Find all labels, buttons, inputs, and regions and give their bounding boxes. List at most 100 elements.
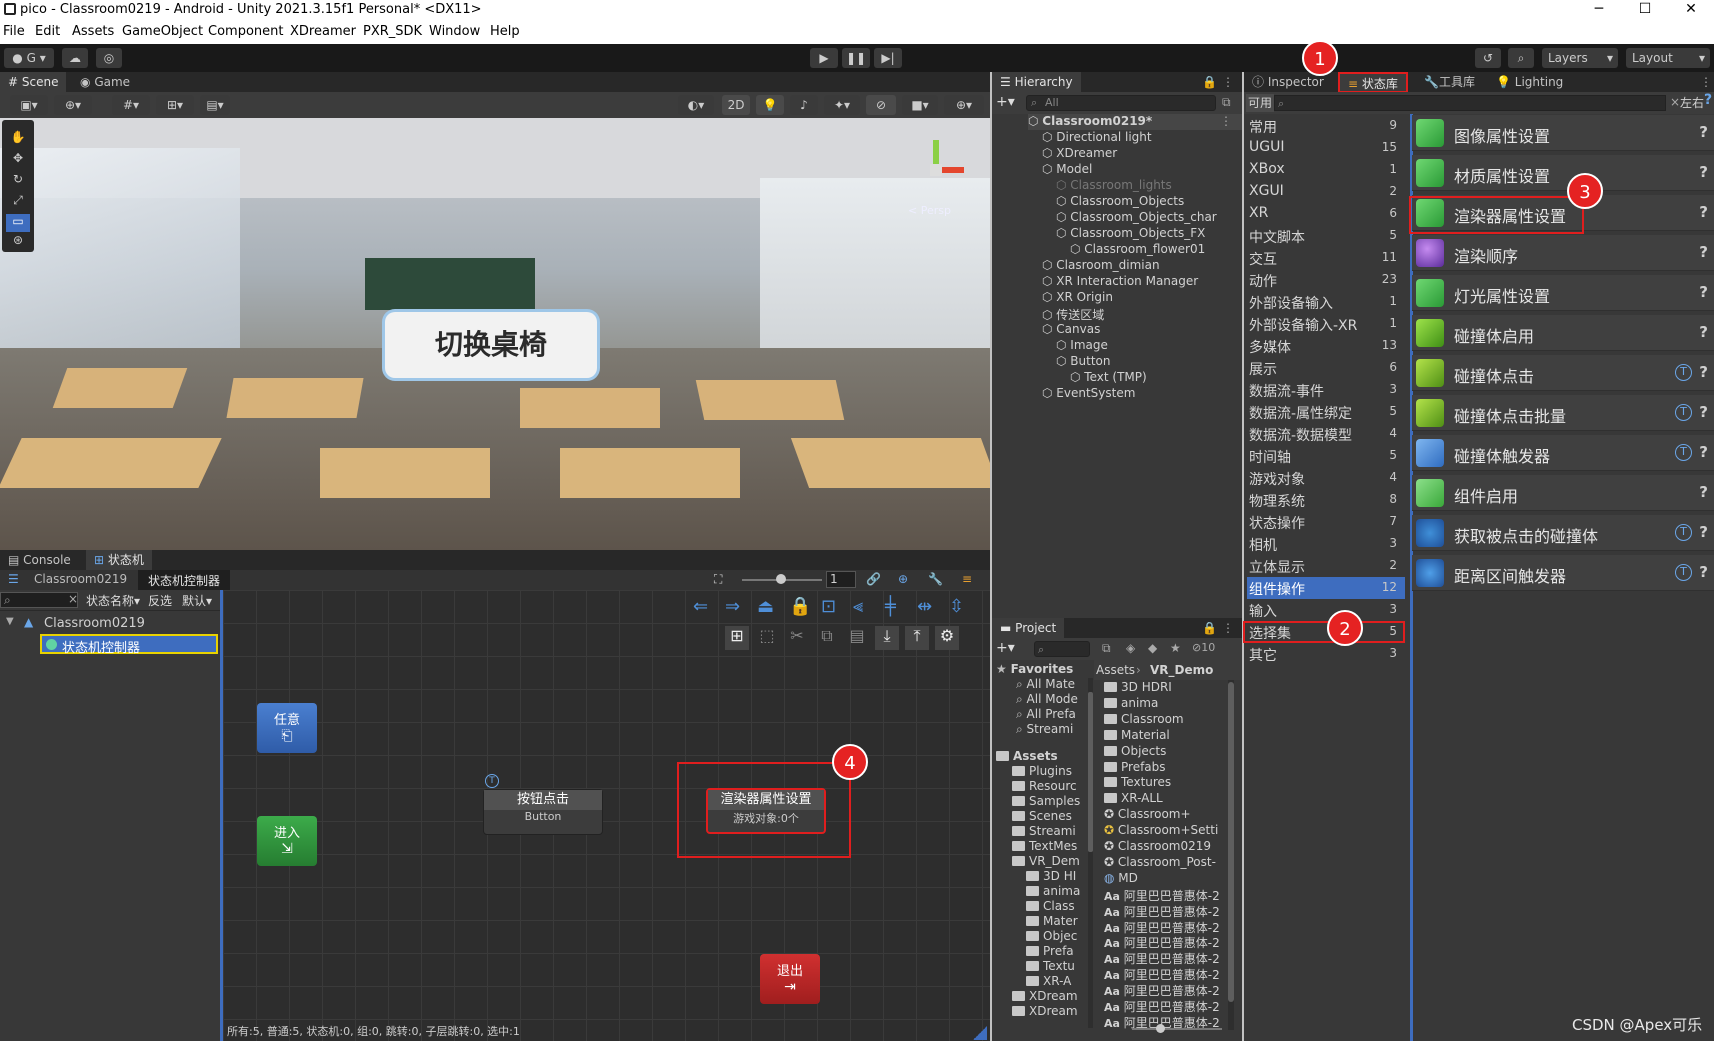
project-tree-item[interactable]: Mater [1026, 914, 1088, 930]
grid-snap-button[interactable]: #▾ [112, 95, 150, 115]
category-item[interactable]: 交互 11 [1247, 247, 1405, 269]
project-file-item[interactable]: Classroom [1104, 712, 1222, 728]
files-scrollbar-thumb[interactable] [1228, 682, 1234, 1002]
draw-mode-button[interactable]: ▣▾ [10, 95, 48, 115]
scene-viewport[interactable]: 切换桌椅 < Persp [0, 118, 990, 550]
lock-icon[interactable]: 🔒 [1202, 621, 1217, 635]
hierarchy-item[interactable]: ⬡ Classroom_lights [1056, 178, 1172, 194]
move-tool-icon[interactable]: ✥ [6, 151, 30, 169]
project-file-item[interactable]: Aa 阿里巴巴普惠体-2 [1104, 934, 1222, 950]
help-icon[interactable]: ? [1699, 203, 1708, 221]
project-tree-item[interactable]: ★ Favorites [996, 662, 1088, 678]
add-icon[interactable]: +▾ [996, 94, 1015, 110]
collab-icon[interactable]: ◎ [96, 48, 122, 68]
tab-statemachine[interactable]: ⊞ 状态机 [86, 550, 152, 570]
hierarchy-item[interactable]: ⬡ XR Origin [1042, 290, 1113, 306]
hierarchy-item[interactable]: ⬡ Clasroom_dimian [1042, 258, 1160, 274]
distribute-h-icon[interactable]: ⇹ [917, 596, 932, 617]
category-item[interactable]: 其它 3 [1247, 643, 1405, 665]
sm-tree-root[interactable]: Classroom0219 [44, 616, 145, 631]
hierarchy-item[interactable]: ⬡ EventSystem [1042, 386, 1135, 402]
gizmos-button[interactable]: ⊕▾ [944, 95, 984, 115]
align-top-icon[interactable]: ⏏ [757, 596, 774, 617]
transform-tool-icon[interactable]: ⊛ [6, 233, 30, 251]
increment-button[interactable]: ▤▾ [200, 95, 230, 115]
menu-gameobject[interactable]: GameObject [122, 24, 203, 39]
project-tree-item[interactable]: ⌕ All Prefa [1016, 707, 1088, 723]
tab-scene[interactable]: # Scene [0, 72, 67, 92]
component-item[interactable]: 碰撞体触发器? T [1412, 435, 1714, 471]
hierarchy-item[interactable]: ⬡ Classroom_Objects_FX [1056, 226, 1205, 242]
kebab-menu-icon[interactable]: ⋮ [1222, 75, 1234, 89]
component-item[interactable]: 灯光属性设置? [1412, 275, 1714, 311]
project-file-item[interactable]: Aa 阿里巴巴普惠体-2 [1104, 966, 1222, 982]
default-dropdown[interactable]: 默认▾ [182, 592, 212, 609]
fit-view-icon[interactable]: ⛶ [714, 572, 722, 587]
project-tree-item[interactable]: 3D HI [1026, 869, 1088, 885]
filter-type-icon[interactable]: ◈ [1126, 641, 1135, 655]
select-rect-icon[interactable]: ⬚ [755, 626, 779, 650]
category-item[interactable]: 时间轴 5 [1247, 445, 1405, 467]
category-item[interactable]: 中文脚本 5 [1247, 225, 1405, 247]
project-file-item[interactable]: 3D HDRI [1104, 680, 1222, 696]
clear-search-icon[interactable]: × [1670, 95, 1680, 109]
hierarchy-item[interactable]: ⬡ Classroom0219* [1028, 114, 1242, 130]
project-file-item[interactable]: ✪ Classroom_Post- [1104, 855, 1222, 871]
copy-icon[interactable]: ⧉ [815, 626, 839, 650]
mode-2d-button[interactable]: 2D [722, 95, 750, 115]
component-item[interactable]: 碰撞体点击批量? T [1412, 395, 1714, 431]
project-tree-item[interactable]: Streami [1012, 824, 1088, 840]
shading-button[interactable]: ◐▾ [678, 95, 714, 115]
project-file-item[interactable]: Aa 阿里巴巴普惠体-2 [1104, 887, 1222, 903]
clear-search-icon[interactable]: × [68, 592, 78, 606]
hierarchy-search-input[interactable]: ⌕ All [1026, 95, 1216, 111]
help-icon[interactable]: ? [1699, 403, 1708, 421]
project-search-input[interactable]: ⌕ [1034, 641, 1090, 657]
zoom-input[interactable]: 1 [826, 571, 856, 588]
help-icon[interactable]: ? [1699, 483, 1708, 501]
node-any[interactable]: 任意 ⎗ [257, 703, 317, 753]
hierarchy-item[interactable]: ⬡ Directional light [1042, 130, 1152, 146]
project-file-item[interactable]: ◍ MD [1104, 871, 1222, 887]
category-item[interactable]: 动作 23 [1247, 269, 1405, 291]
tree-scrollbar[interactable] [1088, 678, 1093, 1028]
category-item[interactable]: 游戏对象 4 [1247, 467, 1405, 489]
menu-window[interactable]: Window [429, 24, 480, 39]
component-item[interactable]: 获取被点击的碰撞体? T [1412, 515, 1714, 551]
menu-xdreamer[interactable]: XDreamer [290, 24, 356, 39]
category-item[interactable]: 外部设备输入-XR 1 [1247, 313, 1405, 335]
category-item[interactable]: 立体显示 2 [1247, 555, 1405, 577]
light-toggle-icon[interactable]: 💡 [756, 95, 784, 115]
project-file-item[interactable]: Aa 阿里巴巴普惠体-2 [1104, 903, 1222, 919]
help-icon[interactable]: ? [1704, 92, 1714, 114]
tab-tools[interactable]: 🔧工具库 [1416, 72, 1483, 92]
category-item[interactable]: 多媒体 13 [1247, 335, 1405, 357]
lock-icon[interactable]: 🔒 [789, 596, 811, 617]
hidden-count-badge[interactable]: ⊘10 [1192, 641, 1215, 654]
project-file-item[interactable]: anima [1104, 696, 1222, 712]
project-file-item[interactable]: Objects [1104, 744, 1222, 760]
project-file-item[interactable]: Textures [1104, 775, 1222, 791]
help-icon[interactable]: ? [1699, 563, 1708, 581]
tab-statelib[interactable]: ≡ 状态库 [1338, 72, 1408, 93]
component-item[interactable]: 碰撞体启用? [1412, 315, 1714, 351]
cut-icon[interactable]: ✂ [785, 626, 809, 650]
hierarchy-item[interactable]: ⬡ Classroom_Objects [1056, 194, 1184, 210]
category-item[interactable]: 输入 3 [1247, 599, 1405, 621]
project-tree-item[interactable]: Textu [1026, 959, 1088, 975]
kebab-menu-icon[interactable]: ⋮ [1222, 621, 1234, 635]
category-item[interactable]: 物理系统 8 [1247, 489, 1405, 511]
project-tree-item[interactable]: Assets [996, 749, 1088, 765]
hand-tool-icon[interactable]: ✋ [6, 130, 30, 148]
statelib-search-input[interactable]: ⌕ [1274, 95, 1666, 111]
menu-edit[interactable]: Edit [35, 24, 60, 39]
tab-game[interactable]: ◉ Game [72, 72, 138, 92]
project-tree-item[interactable]: Resourc [1012, 779, 1088, 795]
project-tree-item[interactable]: Objec [1026, 929, 1088, 945]
hierarchy-item[interactable]: ⬡ Canvas [1042, 322, 1100, 338]
help-icon[interactable]: ? [1699, 443, 1708, 461]
label-icon[interactable]: ◆ [1148, 641, 1157, 655]
paste-icon[interactable]: ▤ [845, 626, 869, 650]
help-icon[interactable]: ? [1699, 243, 1708, 261]
node-button-click[interactable]: 按钮点击 Button [483, 789, 603, 835]
